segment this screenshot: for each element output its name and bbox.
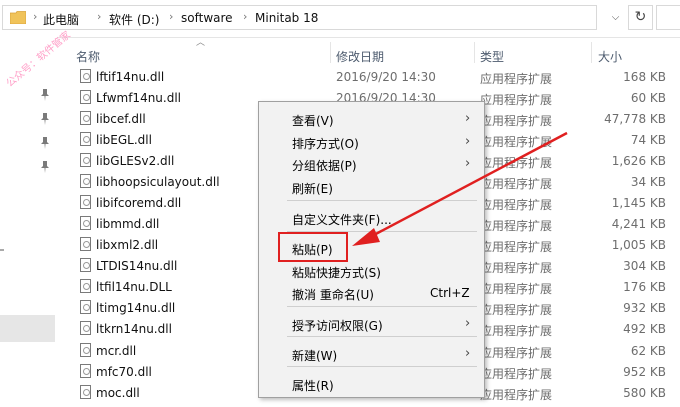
annotation-arrow-icon <box>352 131 568 246</box>
